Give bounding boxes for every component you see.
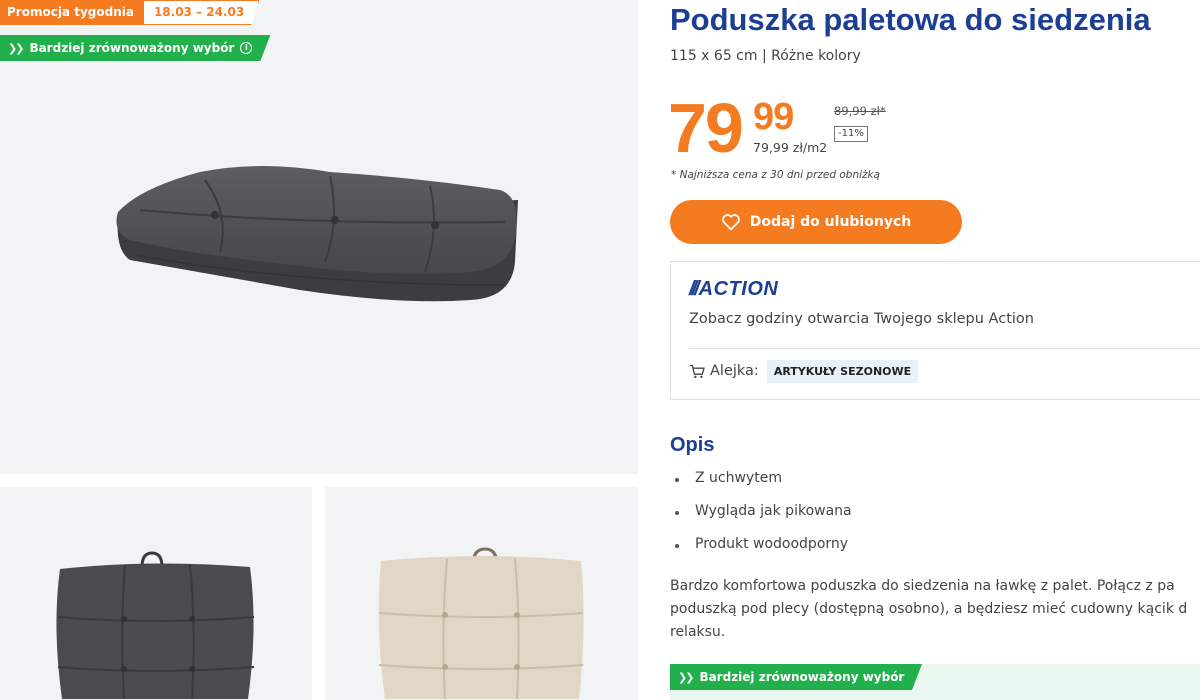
promo-banner: Promocja tygodnia 18.03 – 24.03: [0, 0, 259, 25]
action-logo-text: ACTION: [698, 278, 779, 300]
feature-text: Produkt wodoodporny: [695, 536, 849, 552]
store-hours-link[interactable]: Zobacz godziny otwarcia Twojego sklepu A…: [689, 311, 1034, 327]
list-item: Produkt wodoodporny: [675, 535, 852, 568]
cushion-dark-angled-illustration: [116, 166, 518, 302]
list-item: Z uchwytem: [675, 469, 852, 502]
product-subtitle: 115 x 65 cm | Różne kolory: [670, 48, 861, 64]
lowest-price-note: * Najniższa cena z 30 dni przed obniżką: [671, 169, 881, 181]
old-price: 89,99 zł*: [834, 104, 886, 118]
bullet-dot: [675, 511, 679, 515]
promo-label: Promocja tygodnia: [0, 0, 144, 25]
bullet-dot: [675, 478, 679, 482]
description-line: poduszką pod plecy (dostępną osobno), a …: [670, 601, 1188, 617]
sustainable-badge-bottom[interactable]: ❯❯ Bardziej zrównoważony wybór: [670, 664, 922, 690]
heart-icon: [721, 213, 741, 231]
sustainable-badge-label: Bardziej zrównoważony wybór: [699, 670, 905, 684]
old-price-marker: *: [879, 104, 886, 118]
list-item: Wygląda jak pikowana: [675, 502, 852, 535]
price-whole: 79: [668, 89, 744, 167]
action-logo: ///ACTION: [689, 278, 778, 301]
action-logo-slashes: ///: [689, 278, 700, 300]
sustainable-badge-label: Bardziej zrównoważony wybór: [29, 41, 235, 55]
description-title: Opis: [670, 434, 715, 456]
aisle-tag: ARTYKUŁY SEZONOWE: [766, 359, 919, 383]
bullet-dot: [675, 544, 679, 548]
product-title: Poduszka paletowa do siedzenia: [670, 2, 1151, 37]
thumbnail-dark-cushion[interactable]: [0, 487, 312, 700]
chevrons-right-icon: ❯❯: [678, 670, 693, 684]
main-product-image[interactable]: [0, 0, 638, 474]
add-to-favorites-button[interactable]: Dodaj do ulubionych: [670, 200, 962, 244]
discount-badge: -11%: [834, 126, 868, 142]
info-icon[interactable]: i: [240, 42, 252, 54]
description-text: Bardzo komfortowa poduszka do siedzenia …: [670, 575, 1200, 647]
store-divider: [689, 348, 1200, 349]
feature-text: Wygląda jak pikowana: [695, 503, 852, 519]
feature-list: Z uchwytem Wygląda jak pikowana Produkt …: [675, 469, 852, 568]
price-cents: 99: [753, 96, 794, 138]
add-to-favorites-label: Dodaj do ulubionych: [749, 214, 912, 230]
cart-icon: [689, 364, 705, 379]
aisle-row: Alejka: ARTYKUŁY SEZONOWE: [689, 359, 919, 383]
sustainable-badge[interactable]: ❯❯ Bardziej zrównoważony wybór i: [0, 35, 270, 61]
feature-text: Z uchwytem: [695, 470, 782, 486]
aisle-label: Alejka:: [710, 363, 759, 379]
description-line: relaksu.: [670, 624, 726, 640]
unit-price: 79,99 zł/m2: [753, 140, 828, 155]
cushion-dark-front-illustration: [56, 551, 255, 700]
chevrons-right-icon: ❯❯: [8, 41, 23, 55]
description-line: Bardzo komfortowa poduszka do siedzenia …: [670, 578, 1175, 594]
old-price-value: 89,99 zł: [834, 104, 880, 118]
promo-dates: 18.03 – 24.03: [144, 0, 259, 25]
thumbnail-beige-cushion[interactable]: [325, 487, 638, 700]
cushion-beige-front-illustration: [378, 547, 584, 700]
store-info-box: ///ACTION Zobacz godziny otwarcia Twojeg…: [670, 261, 1200, 400]
